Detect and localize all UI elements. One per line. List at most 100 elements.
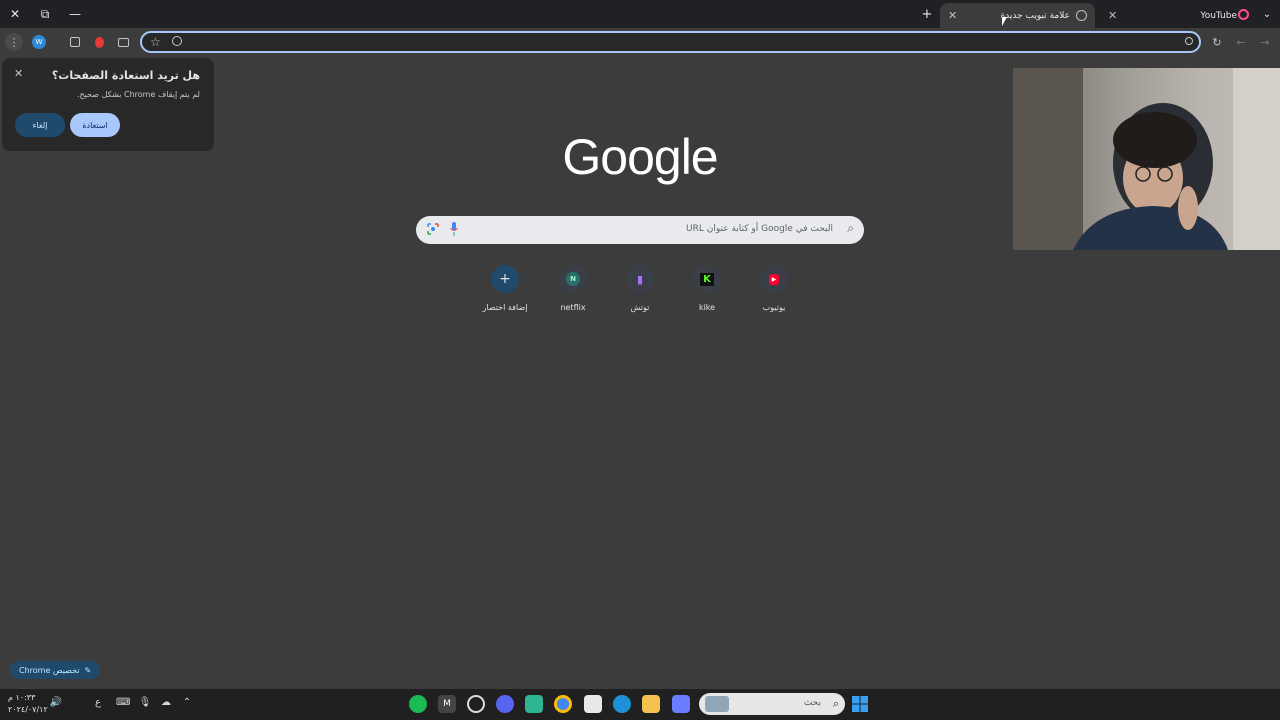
taskbar: ١٠:٣٣ م ٢٠٢٤/٠٧/١٢ 🔊 ع ⌨ 🎙 ☁ ⌃ M ⌕ بحث (0, 689, 1280, 720)
window-restore-button[interactable]: ⧉ (30, 0, 60, 28)
shortcut-twitch[interactable]: ▮ توتش (607, 265, 673, 312)
screen-icon (117, 37, 129, 47)
chrome-icon[interactable] (554, 695, 572, 713)
forward-button[interactable]: ← (1232, 33, 1250, 51)
customize-chrome-button[interactable]: ✎ تخصيص Chrome (10, 661, 101, 679)
search-icon: ⌕ (832, 697, 839, 710)
google-logo: Google (562, 129, 718, 185)
plus-icon: + (921, 6, 933, 22)
star-icon[interactable]: ☆ (150, 35, 161, 49)
shortcut-label: توتش (630, 303, 650, 312)
plus-icon: + (491, 265, 519, 293)
windows-logo (852, 696, 868, 712)
window-minimize-button[interactable]: — (60, 0, 90, 28)
chrome-icon (1076, 10, 1087, 21)
kick-icon: K (693, 265, 721, 293)
reload-icon: ↻ (1212, 35, 1222, 49)
close-icon: ✕ (9, 7, 21, 21)
tab-close-icon[interactable]: ✕ (948, 9, 957, 22)
shortcut-label: يوتيوب (762, 303, 786, 312)
mouse-cursor (1002, 17, 1007, 26)
netflix-glyph: N (566, 272, 580, 286)
profile-icon (1237, 8, 1249, 20)
tab-capture-button[interactable] (114, 33, 132, 51)
customize-label: تخصيص Chrome (19, 665, 80, 675)
extensions-button[interactable] (66, 33, 84, 51)
copilot-icon[interactable] (672, 695, 690, 713)
edge-icon[interactable] (613, 695, 631, 713)
microphone-icon[interactable]: 🎙 (138, 697, 152, 708)
search-input[interactable]: ⌕ البحث في Google أو كتابة عنوان URL (416, 216, 864, 244)
tab-youtube[interactable]: YouTube ✕ (1100, 3, 1245, 28)
folder-icon[interactable] (642, 695, 660, 713)
search-placeholder: البحث في Google أو كتابة عنوان URL (686, 224, 833, 234)
dialog-subtitle: لم يتم إيقاف Chrome بشكل صحيح. (77, 90, 200, 99)
keyboard-icon[interactable]: ⌨ (116, 697, 130, 708)
youtube-icon: ▶ (760, 265, 788, 293)
shortcut-label: إضافة اختصار (482, 303, 528, 312)
webcam-person-image (1013, 68, 1280, 250)
microphone-icon[interactable] (450, 222, 458, 236)
restore-pages-dialog: هل تريد استعادة الصفحات؟ لم يتم إيقاف Ch… (2, 58, 214, 151)
tab-search-button[interactable]: ⌄ (1252, 0, 1280, 28)
arrow-right-icon: → (1260, 35, 1270, 49)
tab-label: علامة تبويب جديدة (1000, 10, 1070, 21)
extension-red-icon (94, 36, 104, 48)
google-lens-icon[interactable] (427, 223, 439, 235)
volume-icon[interactable]: 🔊 (49, 697, 63, 708)
windows-start-icon[interactable] (851, 695, 869, 713)
window-close-button[interactable]: ✕ (0, 0, 30, 28)
store-icon[interactable] (584, 695, 602, 713)
shortcut-youtube[interactable]: ▶ يوتيوب (741, 265, 807, 312)
tab-new-tab[interactable]: علامة تبويب جديدة ✕ (940, 3, 1095, 28)
tab-close-icon[interactable]: ✕ (1108, 9, 1117, 22)
chevron-up-icon[interactable]: ⌃ (180, 697, 194, 708)
plus-glyph: + (499, 271, 511, 287)
cancel-button[interactable]: إلغاء (15, 113, 65, 137)
search-label: بحث (803, 698, 821, 708)
new-tab-button[interactable]: + (912, 0, 942, 28)
arrow-left-icon: ← (1236, 35, 1246, 49)
restore-button[interactable]: استعادة (70, 113, 120, 137)
search-settings-icon[interactable] (172, 36, 182, 46)
search-icon (1185, 37, 1193, 45)
language-indicator[interactable]: ع (91, 697, 105, 708)
twitch-icon: ▮ (626, 265, 654, 293)
webcam-overlay (1013, 68, 1280, 250)
more-vert-icon: ⋮ (8, 35, 20, 49)
dialog-title: هل تريد استعادة الصفحات؟ (51, 69, 200, 82)
clock-app-icon[interactable] (467, 695, 485, 713)
youtube-play-glyph: ▶ (768, 273, 780, 285)
menu-button[interactable]: ⋮ (5, 33, 23, 51)
avatar: W (32, 35, 46, 49)
pencil-icon: ✎ (84, 665, 92, 675)
back-button[interactable]: → (1256, 33, 1274, 51)
restore-icon: ⧉ (40, 6, 50, 21)
extension-button[interactable] (90, 33, 108, 51)
shortcut-kick[interactable]: K kike (674, 265, 740, 312)
shortcut-netflix[interactable]: N netflix (540, 265, 606, 312)
clock-date: ٢٠٢٤/٠٧/١٢ (8, 705, 48, 714)
reload-button[interactable]: ↻ (1208, 33, 1226, 51)
spotify-icon[interactable] (409, 695, 427, 713)
clock-time: ١٠:٣٣ م (8, 693, 36, 702)
minimize-icon: — (69, 7, 81, 21)
title-bar: ✕ ⧉ — + علامة تبويب جديدة ✕ YouTube ✕ ⌄ (0, 0, 1280, 28)
kick-glyph: K (700, 272, 714, 286)
discord-icon[interactable] (496, 695, 514, 713)
clock[interactable]: ١٠:٣٣ م ٢٠٢٤/٠٧/١٢ (8, 692, 48, 716)
chevron-down-icon: ⌄ (1262, 8, 1272, 20)
close-icon[interactable]: ✕ (14, 67, 23, 80)
shortcut-label: kike (698, 303, 716, 312)
address-bar[interactable]: ☆ (140, 31, 1201, 53)
search-highlight-image (705, 696, 729, 712)
add-shortcut-button[interactable]: + إضافة اختصار (472, 265, 538, 312)
cloud-icon[interactable]: ☁ (159, 697, 173, 708)
app-icon[interactable]: M (438, 695, 456, 713)
game-app-icon[interactable] (525, 695, 543, 713)
n-letter-icon: N (559, 265, 587, 293)
profile-button[interactable]: W (30, 33, 48, 51)
shortcut-label: netflix (560, 303, 586, 312)
puzzle-icon (70, 37, 80, 47)
taskbar-search-input[interactable]: ⌕ بحث (699, 693, 845, 715)
